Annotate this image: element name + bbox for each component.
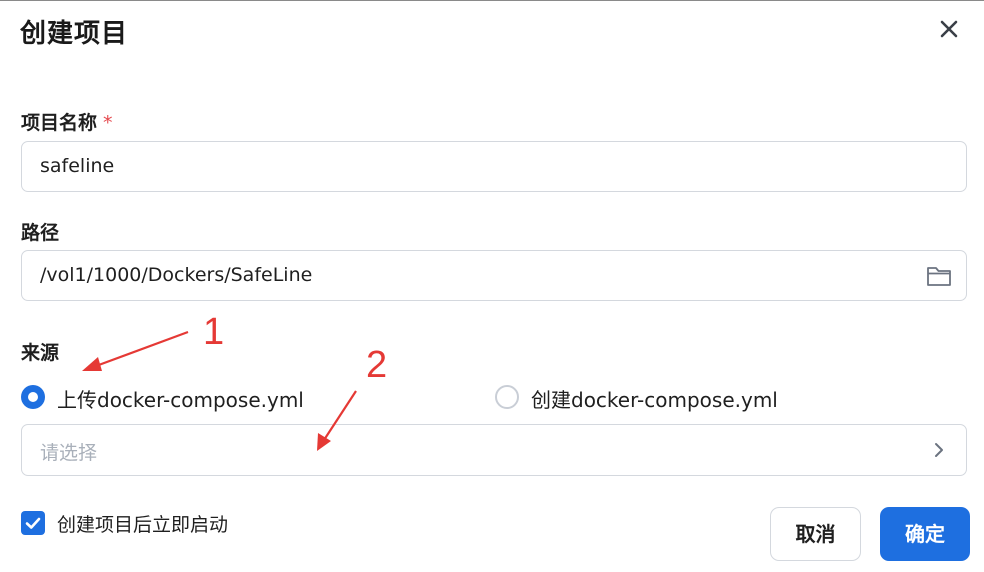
annotation-arrow-2 [317, 390, 357, 451]
annotation-arrow-1 [82, 330, 189, 371]
annotation-arrows [82, 330, 357, 451]
